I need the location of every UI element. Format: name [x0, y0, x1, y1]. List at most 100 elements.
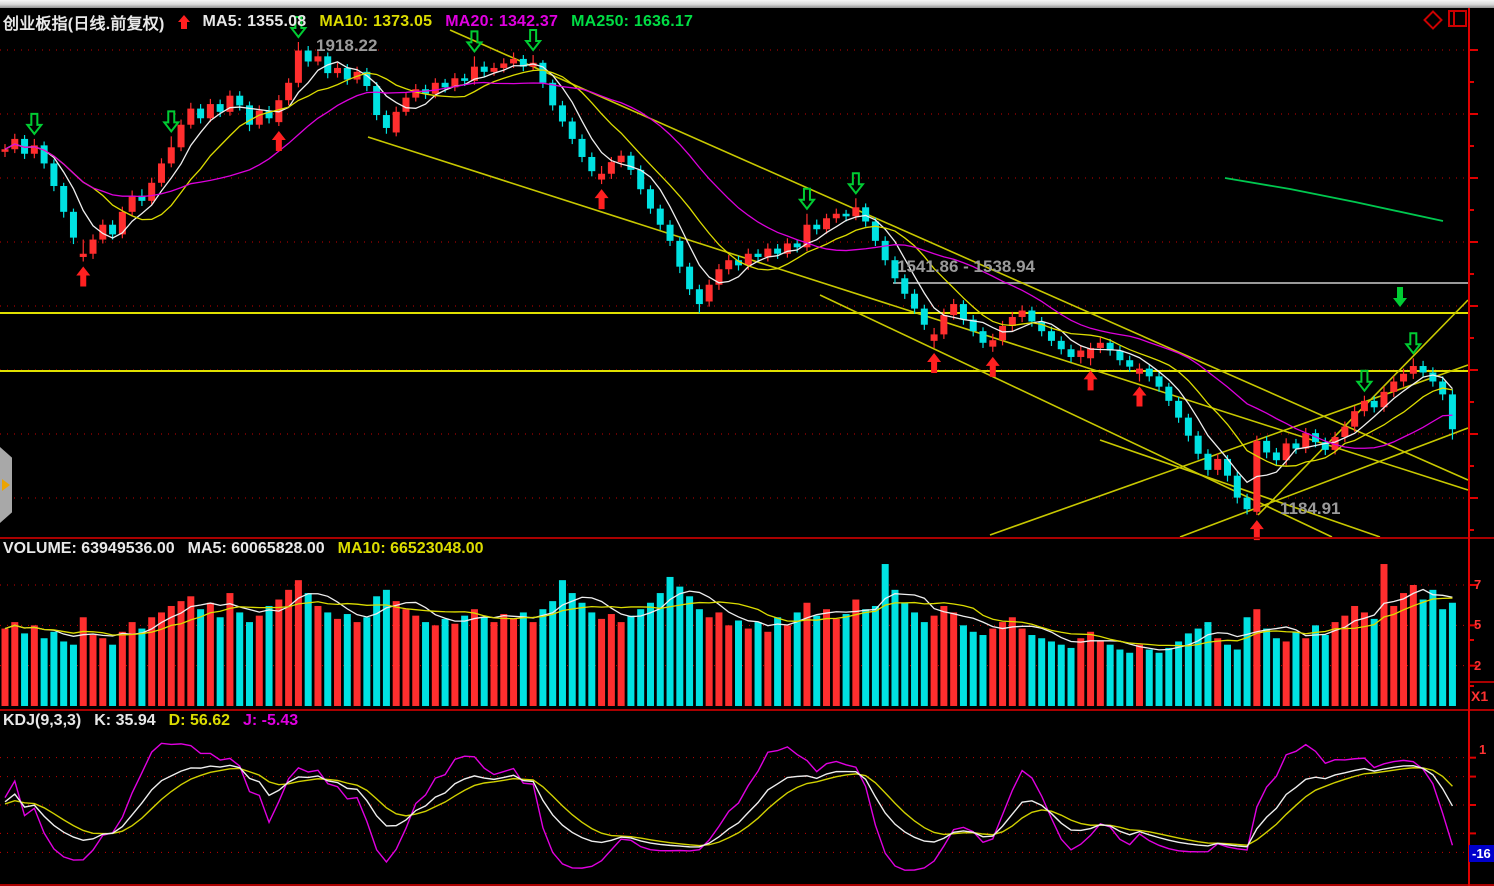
- volume-bar: [1273, 638, 1280, 706]
- volume-bar: [119, 632, 126, 706]
- volume-bar: [794, 612, 801, 706]
- candle-body: [383, 115, 390, 128]
- volume-bar: [1156, 653, 1163, 706]
- candle-body: [940, 315, 947, 334]
- ma5-value: MA5: 1355.08: [203, 13, 307, 31]
- volume-bar: [1048, 641, 1055, 706]
- volume-bar: [1009, 617, 1016, 706]
- volume-bar: [647, 603, 654, 706]
- candle-body: [461, 78, 468, 81]
- volume-bar: [520, 612, 527, 706]
- volume-bar: [725, 625, 732, 706]
- split-window-icon[interactable]: [1448, 10, 1467, 27]
- volume-bar: [90, 635, 97, 706]
- sell-signal-arrow: [800, 189, 814, 209]
- volume-bar: [715, 612, 722, 706]
- candle-body: [148, 183, 155, 201]
- candle-body: [373, 86, 380, 115]
- volume-bar: [1312, 625, 1319, 706]
- volume-bar: [510, 619, 517, 706]
- candle-body: [412, 89, 419, 97]
- volume-bar: [1224, 645, 1231, 706]
- candle-body: [1263, 441, 1270, 453]
- volume-bar: [178, 601, 185, 706]
- kdj-min-badge: -16: [1469, 845, 1494, 862]
- candle-body: [745, 254, 752, 266]
- candle-body: [989, 340, 996, 346]
- volume-bar: [1380, 564, 1387, 706]
- ma250-line: [1225, 178, 1443, 221]
- volume-bar: [686, 596, 693, 706]
- candle-body: [1292, 443, 1299, 448]
- volume-bar: [764, 632, 771, 706]
- trading-app-window: 创业板指(日线.前复权) MA5: 1355.08 MA10: 1373.05 …: [0, 0, 1494, 886]
- volume-bar: [862, 609, 869, 706]
- ma10-value: MA10: 1373.05: [319, 13, 432, 31]
- candle-body: [481, 67, 488, 72]
- volume-bar: [667, 577, 674, 706]
- volume-bar: [980, 635, 987, 706]
- volume-bar: [921, 622, 928, 706]
- sell-signal-arrow: [164, 111, 178, 131]
- side-panel-expander-tab[interactable]: [0, 447, 12, 523]
- volume-bar: [1107, 645, 1114, 706]
- candle-body: [295, 51, 302, 83]
- volume-bar: [187, 596, 194, 706]
- candle-body: [960, 304, 967, 319]
- volume-bar: [1244, 617, 1251, 706]
- candle-body: [667, 225, 674, 241]
- candle-body: [491, 68, 498, 72]
- candle-body: [901, 278, 908, 293]
- chart-canvas[interactable]: [0, 0, 1494, 886]
- candle-body: [676, 241, 683, 267]
- candle-body: [402, 98, 409, 112]
- candle-body: [1244, 498, 1251, 510]
- candle-body: [1058, 341, 1065, 349]
- candle-body: [755, 254, 762, 257]
- volume-bar: [266, 606, 273, 706]
- candle-body: [41, 145, 48, 163]
- volume-bar: [11, 622, 18, 706]
- volume-bar: [1390, 606, 1397, 706]
- volume-bar: [1332, 622, 1339, 706]
- candle-body: [2, 149, 9, 152]
- candle-body: [285, 83, 292, 100]
- volume-ma5-value: MA5: 60065828.00: [188, 540, 325, 558]
- volume-bar: [696, 609, 703, 706]
- volume-bar: [1126, 653, 1133, 706]
- volume-bar: [393, 601, 400, 706]
- candle-body: [1028, 311, 1035, 322]
- volume-bar: [549, 601, 556, 706]
- volume-bar: [530, 622, 537, 706]
- kdj-k-line: [5, 765, 1452, 847]
- candle-body: [1371, 401, 1378, 407]
- volume-bar: [217, 617, 224, 706]
- volume-bar: [491, 622, 498, 706]
- candle-body: [1195, 436, 1202, 454]
- volume-bar: [950, 612, 957, 706]
- volume-axis-label-25: 2: [1474, 658, 1481, 673]
- candle-body: [588, 157, 595, 171]
- volume-bar: [774, 617, 781, 706]
- volume-bar: [412, 616, 419, 706]
- volume-bar: [354, 622, 361, 706]
- volume-bar: [1068, 648, 1075, 706]
- up-arrow-icon: [178, 15, 190, 29]
- volume-bar: [706, 617, 713, 706]
- volume-bar: [1087, 632, 1094, 706]
- volume-bar: [618, 622, 625, 706]
- volume-bar: [256, 616, 263, 706]
- candle-body: [725, 260, 732, 269]
- candle-body: [207, 104, 214, 118]
- volume-bar: [1136, 645, 1143, 706]
- volume-bar: [451, 624, 458, 706]
- volume-bar: [1371, 619, 1378, 706]
- candle-body: [1400, 374, 1407, 382]
- candle-body: [50, 163, 57, 186]
- candle-body: [921, 309, 928, 325]
- volume-bar: [627, 616, 634, 706]
- volume-bar: [246, 622, 253, 706]
- volume-bar: [461, 616, 468, 706]
- candle-body: [1273, 452, 1280, 460]
- candle-body: [559, 105, 566, 121]
